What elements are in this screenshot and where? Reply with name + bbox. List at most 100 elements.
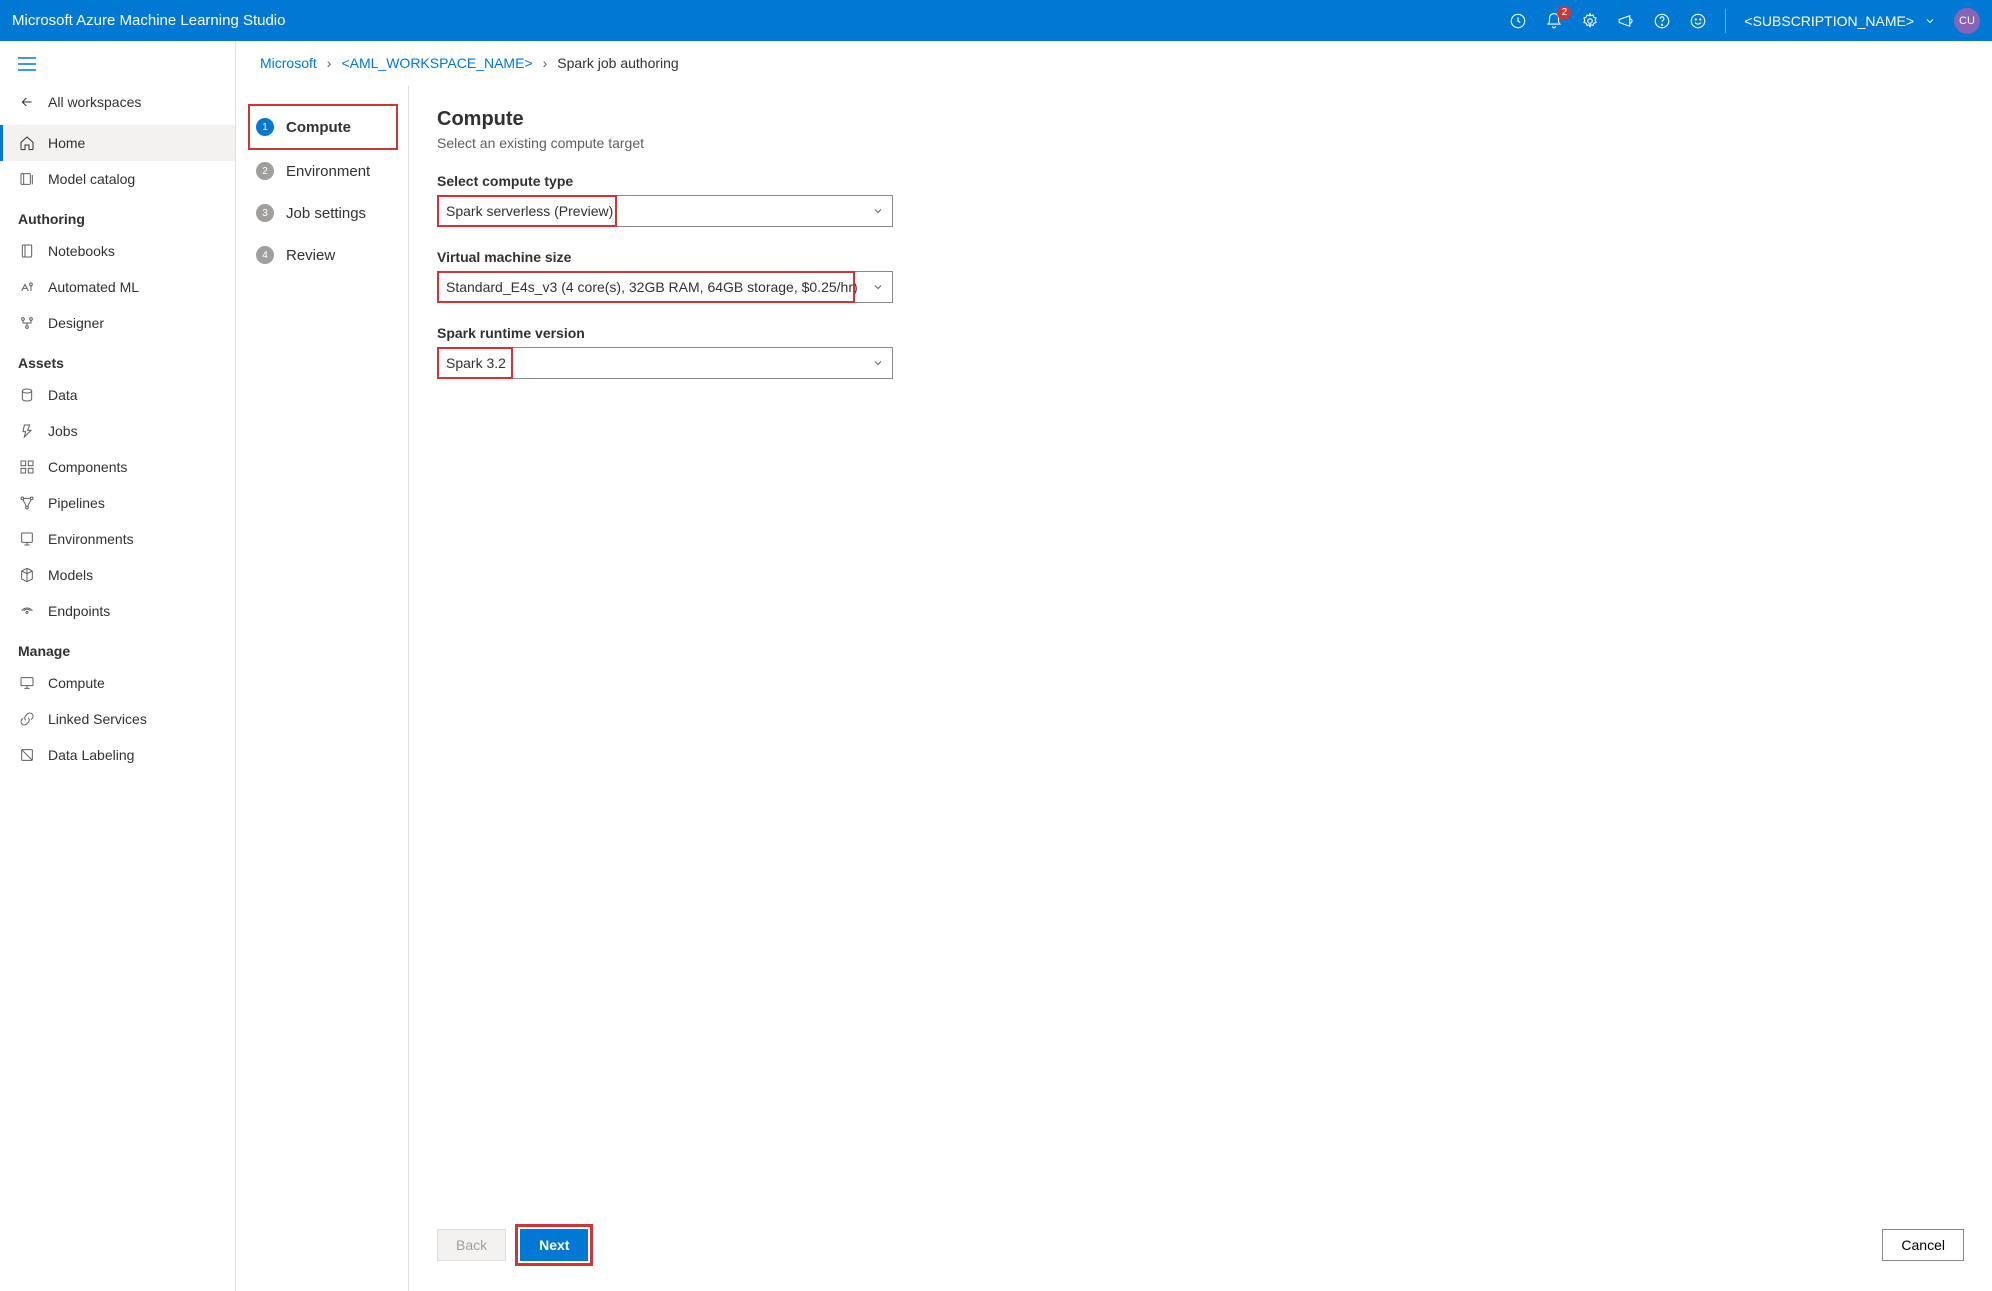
sidebar-item-model-catalog[interactable]: Model catalog: [0, 161, 235, 197]
wizard-step-job-settings[interactable]: 3 Job settings: [256, 192, 398, 234]
sidebar-item-label: Notebooks: [48, 243, 115, 259]
step-label: Compute: [286, 119, 351, 136]
sidebar-item-label: Automated ML: [48, 279, 139, 295]
environments-icon: [18, 530, 36, 548]
compute-type-select[interactable]: Spark serverless (Preview): [437, 195, 893, 227]
content-area: Microsoft › <AML_WORKSPACE_NAME> › Spark…: [236, 41, 1992, 1291]
chevron-down-icon: [872, 205, 884, 217]
footer-bar: Back Next Cancel: [437, 1217, 1964, 1269]
subscription-dropdown[interactable]: <SUBSCRIPTION_NAME>: [1744, 13, 1936, 29]
compute-type-label: Select compute type: [437, 173, 893, 189]
crumb-root[interactable]: Microsoft: [260, 55, 317, 71]
sidebar-item-models[interactable]: Models: [0, 557, 235, 593]
sidebar-item-endpoints[interactable]: Endpoints: [0, 593, 235, 629]
sidebar-item-label: Pipelines: [48, 495, 105, 511]
sidebar-item-label: Models: [48, 567, 93, 583]
smiley-icon[interactable]: [1689, 12, 1707, 30]
chevron-right-icon: ›: [327, 55, 332, 71]
sidebar-item-notebooks[interactable]: Notebooks: [0, 233, 235, 269]
sidebar-item-compute[interactable]: Compute: [0, 665, 235, 701]
help-icon[interactable]: [1653, 12, 1671, 30]
wizard-step-compute[interactable]: 1 Compute: [248, 104, 398, 150]
vm-size-value: Standard_E4s_v3 (4 core(s), 32GB RAM, 64…: [446, 279, 858, 295]
runtime-value: Spark 3.2: [446, 355, 506, 371]
subscription-name: <SUBSCRIPTION_NAME>: [1744, 13, 1914, 29]
models-icon: [18, 566, 36, 584]
step-number: 2: [256, 162, 274, 180]
linked-icon: [18, 710, 36, 728]
automl-icon: [18, 278, 36, 296]
avatar[interactable]: CU: [1954, 8, 1980, 34]
wizard-step-environment[interactable]: 2 Environment: [256, 150, 398, 192]
notebook-icon: [18, 242, 36, 260]
sidebar-item-home[interactable]: Home: [0, 125, 235, 161]
left-sidebar: All workspaces Home Model catalog Author…: [0, 41, 236, 1291]
cancel-button[interactable]: Cancel: [1882, 1229, 1964, 1261]
wizard-steps: 1 Compute 2 Environment 3 Job settings 4…: [236, 86, 409, 1291]
section-manage: Manage: [0, 629, 235, 665]
sidebar-item-label: Jobs: [48, 423, 78, 439]
compute-type-group: Select compute type Spark serverless (Pr…: [437, 173, 893, 227]
step-label: Review: [286, 247, 335, 264]
vm-size-group: Virtual machine size Standard_E4s_v3 (4 …: [437, 249, 893, 303]
designer-icon: [18, 314, 36, 332]
runtime-group: Spark runtime version Spark 3.2: [437, 325, 893, 379]
sidebar-item-pipelines[interactable]: Pipelines: [0, 485, 235, 521]
vm-size-label: Virtual machine size: [437, 249, 893, 265]
pipelines-icon: [18, 494, 36, 512]
vm-size-select[interactable]: Standard_E4s_v3 (4 core(s), 32GB RAM, 64…: [437, 271, 893, 303]
sidebar-item-linked-services[interactable]: Linked Services: [0, 701, 235, 737]
chevron-down-icon: [1924, 15, 1936, 27]
sidebar-item-data[interactable]: Data: [0, 377, 235, 413]
sidebar-item-label: Model catalog: [48, 171, 135, 187]
runtime-label: Spark runtime version: [437, 325, 893, 341]
sidebar-item-environments[interactable]: Environments: [0, 521, 235, 557]
sidebar-item-automated-ml[interactable]: Automated ML: [0, 269, 235, 305]
top-header: Microsoft Azure Machine Learning Studio …: [0, 0, 1992, 41]
step-number: 1: [256, 118, 274, 136]
runtime-select[interactable]: Spark 3.2: [437, 347, 893, 379]
components-icon: [18, 458, 36, 476]
all-workspaces-link[interactable]: All workspaces: [0, 79, 235, 125]
wizard-step-review[interactable]: 4 Review: [256, 234, 398, 276]
next-button[interactable]: Next: [520, 1229, 588, 1261]
notification-badge: 2: [1557, 6, 1571, 20]
sidebar-item-label: Endpoints: [48, 603, 110, 619]
clock-icon[interactable]: [1509, 12, 1527, 30]
sidebar-item-label: Designer: [48, 315, 104, 331]
gear-icon[interactable]: [1581, 12, 1599, 30]
back-button[interactable]: Back: [437, 1229, 506, 1261]
sidebar-item-data-labeling[interactable]: Data Labeling: [0, 737, 235, 773]
avatar-initials: CU: [1959, 15, 1975, 27]
data-icon: [18, 386, 36, 404]
crumb-workspace[interactable]: <AML_WORKSPACE_NAME>: [341, 55, 532, 71]
all-workspaces-label: All workspaces: [48, 94, 141, 110]
step-number: 4: [256, 246, 274, 264]
sidebar-item-label: Components: [48, 459, 127, 475]
megaphone-icon[interactable]: [1617, 12, 1635, 30]
sidebar-item-components[interactable]: Components: [0, 449, 235, 485]
endpoints-icon: [18, 602, 36, 620]
header-divider: [1725, 9, 1726, 33]
sidebar-item-designer[interactable]: Designer: [0, 305, 235, 341]
section-authoring: Authoring: [0, 197, 235, 233]
jobs-icon: [18, 422, 36, 440]
sidebar-item-label: Environments: [48, 531, 134, 547]
bell-icon[interactable]: 2: [1545, 12, 1563, 30]
step-label: Job settings: [286, 205, 366, 222]
header-icons: 2 <SUBSCRIPTION_NAME> CU: [1509, 8, 1980, 34]
page-title: Compute: [437, 108, 1964, 131]
step-label: Environment: [286, 163, 370, 180]
page-subtitle: Select an existing compute target: [437, 135, 1964, 151]
sidebar-item-label: Data Labeling: [48, 747, 134, 763]
breadcrumb: Microsoft › <AML_WORKSPACE_NAME> › Spark…: [236, 41, 1992, 86]
chevron-down-icon: [872, 357, 884, 369]
home-icon: [18, 134, 36, 152]
sidebar-item-jobs[interactable]: Jobs: [0, 413, 235, 449]
sidebar-item-label: Compute: [48, 675, 105, 691]
app-title: Microsoft Azure Machine Learning Studio: [12, 12, 1509, 29]
hamburger-icon[interactable]: [0, 49, 235, 79]
crumb-current: Spark job authoring: [557, 55, 678, 71]
chevron-right-icon: ›: [543, 55, 548, 71]
catalog-icon: [18, 170, 36, 188]
